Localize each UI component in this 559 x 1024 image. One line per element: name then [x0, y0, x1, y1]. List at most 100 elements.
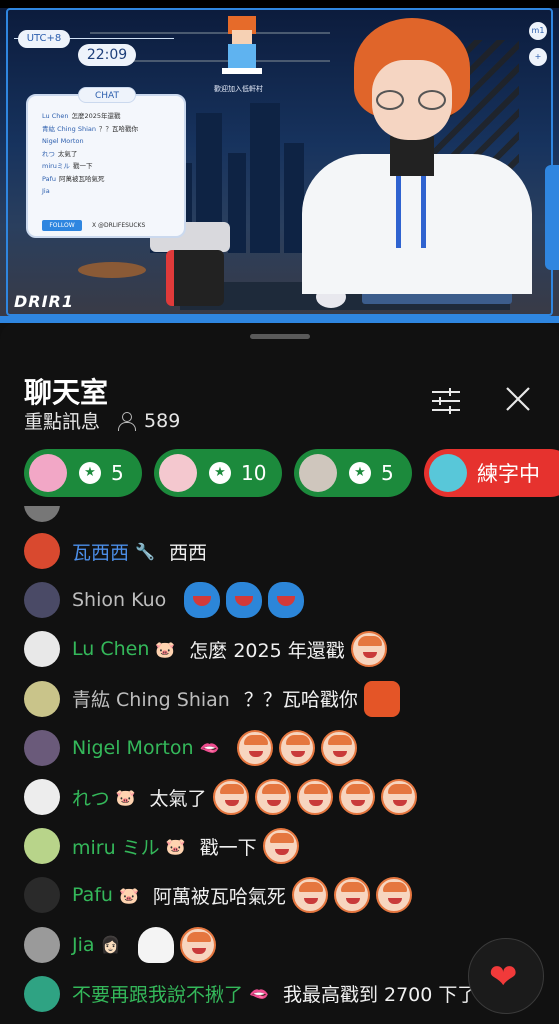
supporter-pill[interactable]: 5 — [294, 449, 412, 497]
supporter-count: 10 — [241, 461, 267, 485]
member-badge-icon: 🫦 — [249, 984, 269, 1004]
face-emote-icon — [350, 631, 387, 668]
close-chat-button[interactable] — [500, 381, 536, 417]
supporter-pills: 5 10 5 練字中 — [24, 449, 559, 497]
chat-message[interactable]: Shion Kuo — [24, 580, 305, 620]
close-icon — [506, 387, 530, 411]
message-text: 我最高戳到 2700 下了 — [282, 984, 477, 1007]
overlay-social-handle: X @DRLIFESUCKS — [92, 222, 146, 229]
username[interactable]: Nigel Morton — [72, 737, 194, 759]
face-emote-icon — [180, 926, 217, 963]
username[interactable]: Shion Kuo — [72, 589, 166, 611]
viewer-count: 589 — [144, 409, 181, 432]
face-emote-icon — [262, 828, 299, 865]
chat-message[interactable]: Lu Chen 🐷 怎麼 2025 年還戳 — [24, 629, 387, 669]
chat-message[interactable]: 不要再跟我說不揪了 🫦 我最高戳到 2700 下了 — [24, 974, 476, 1014]
user-avatar[interactable] — [24, 729, 60, 766]
live-avatar — [429, 454, 467, 492]
pixel-character — [222, 16, 262, 76]
star-badge-icon — [209, 462, 231, 484]
chat-message-cut-off — [24, 506, 60, 524]
supporter-pill[interactable]: 5 — [24, 449, 142, 497]
message-text: 阿萬被瓦哈氣死 — [152, 885, 286, 908]
face-emote-icon — [380, 779, 417, 815]
like-button[interactable]: ❤ — [468, 938, 544, 1014]
drag-handle[interactable] — [250, 334, 310, 339]
face-emote-icon — [296, 779, 333, 815]
username[interactable]: 青紘 Ching Shian — [72, 685, 230, 712]
member-badge-icon: 🐷 — [155, 639, 176, 659]
heart-icon: ❤ — [489, 957, 518, 997]
username[interactable]: Pafu — [72, 884, 113, 906]
supporter-avatar — [29, 454, 67, 492]
chat-message-list[interactable]: 瓦西西 🔧 西西 Shion Kuo Lu Chen 🐷 怎麼 2025 年還戳 青紘 Chi… — [0, 506, 559, 1024]
stream-video[interactable]: UTC+8 22:09 CHAT Lu Chen 怎麼2025年還戳 青紘 Chi… — [0, 0, 559, 323]
username[interactable]: Jia — [72, 934, 95, 956]
chat-title: 聊天室 — [24, 376, 109, 409]
member-badge-icon: 🐷 — [118, 885, 139, 905]
overlay-side-buttons: m1 + — [529, 22, 549, 74]
member-badge-icon: 🐷 — [165, 836, 186, 856]
chat-settings-button[interactable] — [428, 383, 464, 419]
overlay-chat-line: Jia — [42, 187, 50, 195]
ghost-emote-icon — [138, 926, 175, 963]
join-message: 歡迎加入低軒村 — [214, 85, 263, 93]
face-emote-icon — [279, 729, 316, 766]
overlay-chat-line: Pafu 阿萬被瓦哈氣死 — [42, 174, 105, 183]
overlay-chat-line: miruミル 戳一下 — [42, 162, 93, 170]
message-text: 戳一下 — [199, 836, 257, 859]
overlay-chat-line: Lu Chen 怎麼2025年還戳 — [42, 112, 121, 120]
face-emote-icon — [338, 779, 375, 815]
chat-message[interactable]: Pafu 🐷 阿萬被瓦哈氣死 — [24, 875, 412, 915]
supporter-count: 5 — [111, 461, 124, 485]
user-avatar[interactable] — [24, 631, 60, 668]
chat-message[interactable]: れつ 🐷 太氣了 — [24, 777, 417, 817]
sliders-icon — [432, 388, 460, 414]
channel-logo: DRIR1 — [14, 292, 75, 311]
user-avatar[interactable] — [24, 533, 60, 569]
user-avatar[interactable] — [24, 926, 60, 963]
supporter-avatar — [159, 454, 197, 492]
member-badge-icon: 🫦 — [199, 738, 220, 758]
face-emote-icon — [291, 877, 328, 914]
star-badge-icon — [349, 462, 371, 484]
chat-message[interactable]: 瓦西西 🔧 西西 — [24, 531, 207, 571]
message-text: 西西 — [168, 541, 207, 564]
supporter-pill[interactable]: 10 — [154, 449, 282, 497]
blob-emote-icon — [226, 582, 263, 619]
chat-message[interactable]: miru ミル 🐷 戳一下 — [24, 826, 299, 866]
overlay-chat-line: 青紘 Ching Shian ？？瓦哈戳你 — [42, 124, 138, 133]
username[interactable]: miru ミル — [72, 833, 160, 860]
stream-bottom-strip — [0, 316, 559, 323]
overlay-chat-panel: CHAT Lu Chen 怎麼2025年還戳 青紘 Ching Shian ？？瓦哈… — [26, 87, 186, 238]
user-avatar[interactable] — [24, 582, 60, 619]
overlay-badge: m1 — [529, 22, 547, 40]
overlay-chat-header: CHAT — [78, 87, 136, 103]
face-emote-icon — [321, 729, 358, 766]
username[interactable]: 瓦西西 — [72, 538, 129, 565]
stream-clock: 22:09 — [78, 44, 136, 66]
chat-message[interactable]: Nigel Morton 🫦 — [24, 728, 358, 768]
chat-message[interactable]: Jia 👩🏻 — [24, 925, 217, 965]
chat-message[interactable]: 青紘 Ching Shian ？？瓦哈戳你 — [24, 679, 400, 719]
username[interactable]: れつ — [72, 784, 110, 811]
chat-subheader: 重點訊息 589 — [24, 407, 180, 434]
chat-filter-label[interactable]: 重點訊息 — [24, 407, 100, 434]
user-avatar[interactable] — [24, 877, 60, 914]
user-avatar[interactable] — [24, 680, 60, 717]
user-avatar[interactable] — [24, 975, 60, 1012]
supporter-count: 5 — [381, 461, 394, 485]
user-avatar[interactable] — [24, 779, 60, 815]
person-icon — [116, 411, 137, 431]
live-status-pill[interactable]: 練字中 — [424, 449, 559, 497]
overlay-side-tab — [545, 165, 559, 270]
cat-emote-icon — [363, 680, 400, 717]
user-avatar[interactable] — [24, 828, 60, 865]
live-status-label: 練字中 — [477, 462, 540, 486]
username[interactable]: 不要再跟我說不揪了 — [72, 980, 243, 1007]
plus-icon: + — [529, 48, 547, 66]
overlay-chat-line: れつ 太氣了 — [42, 149, 78, 158]
username[interactable]: Lu Chen — [72, 638, 149, 660]
timezone-label: UTC+8 — [18, 30, 70, 48]
face-emote-icon — [375, 877, 412, 914]
